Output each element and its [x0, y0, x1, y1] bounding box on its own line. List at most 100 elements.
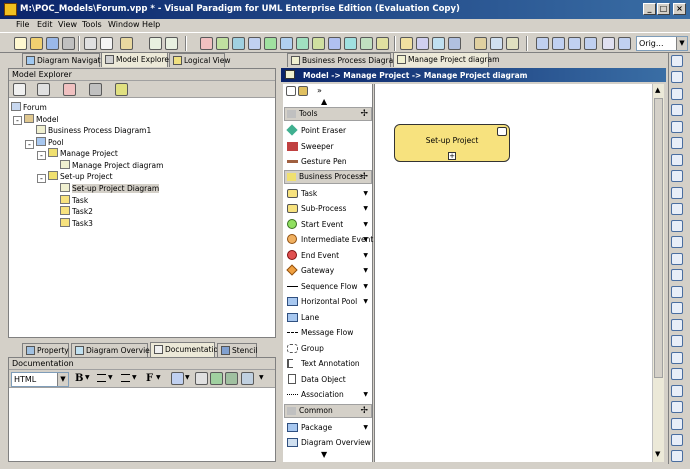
reverse-icon[interactable] [490, 37, 503, 50]
chevron-down-icon[interactable]: ▼ [108, 374, 113, 381]
tab-diagram-navigator[interactable]: Diagram Navigator [22, 53, 108, 67]
layout-icon[interactable] [536, 37, 549, 50]
right-tool-icon[interactable] [671, 434, 683, 446]
tab-stencil[interactable]: Stencil [217, 343, 257, 357]
save-icon[interactable] [46, 37, 59, 50]
expand-palette-icon[interactable]: » [317, 86, 322, 95]
right-tool-icon[interactable] [671, 236, 683, 248]
tab-business-process-diagram1[interactable]: Business Process Diagram1 [287, 53, 405, 67]
right-tool-icon[interactable] [671, 104, 683, 116]
link-icon[interactable] [195, 372, 208, 385]
task-shape-setup-project[interactable]: Set-up Project + [394, 124, 510, 162]
image-icon[interactable] [225, 372, 238, 385]
palette-item-diagram-overview[interactable]: Diagram Overview [285, 435, 371, 450]
new-element-icon[interactable] [13, 83, 26, 96]
cut-icon[interactable] [84, 37, 97, 50]
right-tool-icon[interactable] [671, 154, 683, 166]
component-diagram-icon[interactable] [312, 37, 325, 50]
paste-icon[interactable] [120, 37, 133, 50]
state-diagram-icon[interactable] [296, 37, 309, 50]
palette-item-message-flow[interactable]: Message Flow [285, 325, 371, 340]
sequence-diagram-icon[interactable] [264, 37, 277, 50]
vertical-scrollbar[interactable]: ▲ ▼ [652, 84, 664, 462]
chevron-down-icon[interactable]: ▼ [363, 201, 368, 216]
right-tool-icon[interactable] [671, 450, 683, 462]
font-button[interactable]: F [146, 373, 153, 384]
chevron-down-icon[interactable]: ▼ [259, 374, 264, 381]
deployment-diagram-icon[interactable] [328, 37, 341, 50]
right-tool-icon[interactable] [671, 137, 683, 149]
collapse-setup-project-toggle[interactable]: - [37, 174, 46, 183]
right-tool-icon[interactable] [671, 302, 683, 314]
chevron-down-icon[interactable]: ▼ [57, 373, 68, 386]
usecase-diagram-icon[interactable] [248, 37, 261, 50]
zoom-combo[interactable]: Orig... ▼ [636, 36, 688, 51]
bpd-icon[interactable] [376, 37, 389, 50]
tree-node-bpd1[interactable]: Business Process Diagram1 [36, 125, 151, 136]
align-icon[interactable] [97, 374, 106, 382]
palette-item-gesture-pen[interactable]: Gesture Pen [285, 154, 371, 169]
chevron-down-icon[interactable]: ▼ [363, 186, 368, 201]
table-icon[interactable] [171, 372, 184, 385]
scroll-up-icon[interactable]: ▲ [321, 97, 327, 106]
palette-item-sub-process[interactable]: Sub-Process ▼ [285, 201, 371, 216]
title-bar[interactable]: M:\POC_Models\Forum.vpp * - Visual Parad… [0, 0, 690, 19]
right-tool-icon[interactable] [671, 55, 683, 67]
palette-item-package[interactable]: Package ▼ [285, 420, 371, 435]
right-tool-icon[interactable] [671, 352, 683, 364]
task-type-icon[interactable] [497, 127, 507, 136]
right-tool-icon[interactable] [671, 401, 683, 413]
menu-view[interactable]: View [58, 20, 77, 29]
refresh-icon[interactable] [115, 83, 128, 96]
pin-icon[interactable]: ✢ [360, 108, 368, 120]
style-icon[interactable] [584, 37, 597, 50]
print-icon[interactable] [62, 37, 75, 50]
minimize-button[interactable]: _ [643, 3, 656, 15]
chevron-down-icon[interactable]: ▼ [363, 232, 368, 247]
menu-help[interactable]: Help [142, 20, 160, 29]
tree-node-task[interactable]: Task [60, 195, 88, 206]
right-tool-icon[interactable] [671, 368, 683, 380]
scroll-up-icon[interactable]: ▲ [655, 86, 660, 94]
diagram-icon[interactable] [216, 37, 229, 50]
chevron-down-icon[interactable]: ▼ [363, 420, 368, 435]
scroll-down-icon[interactable]: ▼ [655, 450, 660, 458]
options-icon[interactable] [602, 37, 615, 50]
documentation-editor[interactable] [9, 389, 275, 461]
tab-property[interactable]: Property [22, 343, 69, 357]
tab-manage-project-diagram[interactable]: Manage Project diagram [393, 52, 499, 67]
right-tool-icon[interactable] [671, 71, 683, 83]
list-icon[interactable] [121, 374, 130, 382]
sync-icon[interactable] [474, 37, 487, 50]
chevron-down-icon[interactable]: ▼ [132, 374, 137, 381]
chevron-down-icon[interactable]: ▼ [363, 248, 368, 263]
palette-item-horizontal-pool[interactable]: Horizontal Pool ▼ [285, 294, 371, 309]
right-tool-icon[interactable] [671, 418, 683, 430]
report-icon[interactable] [448, 37, 461, 50]
palette-item-data-object[interactable]: Data Object [285, 372, 371, 387]
open-icon[interactable] [30, 37, 43, 50]
palette-group-tools[interactable]: Tools ✢ [284, 107, 372, 121]
sort-icon[interactable] [63, 83, 76, 96]
tree-node-setup-project-diagram[interactable]: Set-up Project Diagram [60, 183, 160, 194]
palette-item-sequence-flow[interactable]: Sequence Flow ▼ [285, 279, 371, 294]
format-combo[interactable]: HTML ▼ [11, 372, 69, 387]
palette-item-point-eraser[interactable]: Point Eraser [285, 123, 371, 138]
right-tool-icon[interactable] [671, 319, 683, 331]
scroll-down-icon[interactable]: ▼ [321, 450, 327, 459]
right-tool-icon[interactable] [671, 269, 683, 281]
tab-diagram-overview[interactable]: Diagram Overview [71, 343, 156, 357]
menu-file[interactable]: File [16, 20, 29, 29]
right-tool-icon[interactable] [671, 187, 683, 199]
chevron-down-icon[interactable]: ▼ [676, 37, 687, 50]
palette-item-intermediate-event[interactable]: Intermediate Event ▼ [285, 232, 373, 247]
palette-group-common[interactable]: Common ✢ [284, 404, 372, 418]
chevron-down-icon[interactable]: ▼ [363, 263, 368, 278]
right-tool-icon[interactable] [671, 203, 683, 215]
erd-icon[interactable] [344, 37, 357, 50]
bold-button[interactable]: B [75, 373, 83, 384]
tree-node-task2[interactable]: Task2 [60, 206, 93, 217]
redo-icon[interactable] [165, 37, 178, 50]
chevron-down-icon[interactable]: ▼ [185, 374, 190, 381]
right-tool-icon[interactable] [671, 121, 683, 133]
